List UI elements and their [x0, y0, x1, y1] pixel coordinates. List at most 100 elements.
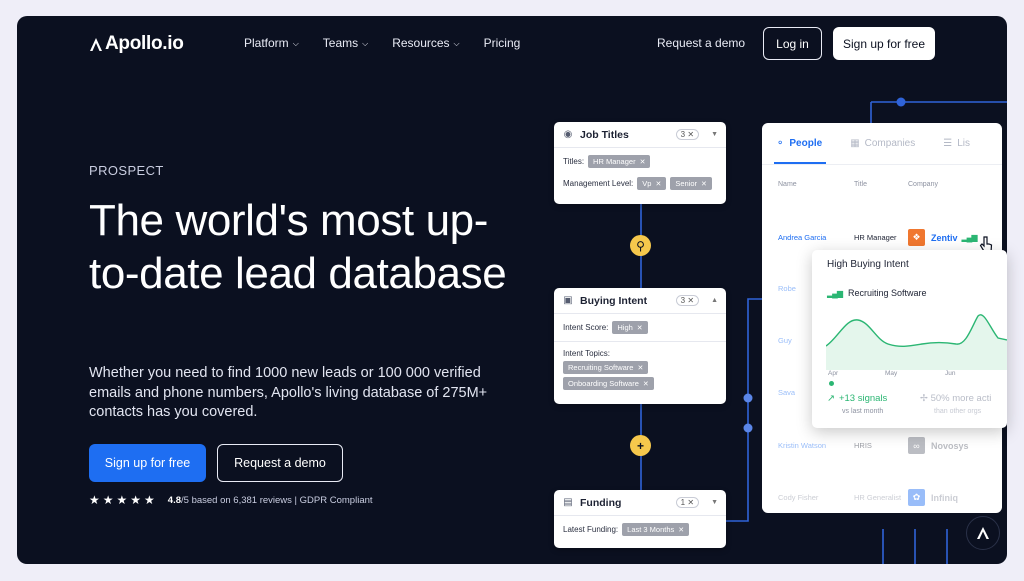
person-name[interactable]: Kristin Watson	[778, 441, 854, 450]
search-icon: ⚲	[630, 235, 651, 256]
funding-filter-card[interactable]: ▤ Funding 1 ✕ ▼ Latest Funding: Last 3 M…	[554, 490, 726, 548]
signals-value: +13 signals	[838, 393, 888, 404]
company-name[interactable]: Infiniq	[931, 493, 958, 503]
company-logo-icon: ❖	[908, 229, 925, 246]
list-icon: ☰	[943, 138, 953, 149]
nav-pricing-label: Pricing	[483, 36, 521, 50]
intent-topic: ▂▄▆ Recruiting Software	[827, 288, 927, 298]
filter-tag[interactable]: Last 3 Months ✕	[622, 523, 690, 536]
nav-teams-label: Teams	[322, 36, 359, 50]
close-icon: ✕	[636, 324, 643, 332]
apollo-logo[interactable]: Apollo.io	[89, 33, 184, 55]
month-label: May	[884, 370, 898, 377]
close-icon: ✕	[655, 180, 662, 188]
panel-tabs: ⚬ People ▦ Companies ☰ Lis	[762, 123, 1002, 165]
company-name[interactable]: Novosys	[931, 441, 969, 451]
chevron-down-icon: ⌵	[453, 38, 460, 48]
funding-title: Funding	[580, 496, 622, 509]
company-logo-icon: ✿	[908, 489, 925, 506]
job-titles-count[interactable]: 3 ✕	[675, 129, 700, 140]
tab-companies-label: Companies	[864, 138, 916, 149]
intent-score-label: Intent Score:	[563, 323, 609, 332]
high-buying-intent-popup: High Buying Intent ▂▄▆ Recruiting Softwa…	[812, 250, 1007, 428]
rating-summary: ★★★★★ 4.8 /5 based on 6,381 reviews | GD…	[89, 493, 373, 507]
briefcase-icon: ◉	[563, 129, 573, 140]
latest-funding-label: Latest Funding:	[563, 525, 619, 534]
intent-popup-title: High Buying Intent	[827, 259, 909, 270]
hero-signup-button[interactable]: Sign up for free	[89, 444, 206, 482]
person-title: HR Manager	[854, 233, 897, 242]
signal-bars-icon: ▂▄▆	[961, 233, 978, 242]
intent-topic-label: Recruiting Software	[847, 288, 927, 298]
chevron-up-icon[interactable]: ▲	[711, 297, 718, 304]
table-row[interactable]: Kristin Watson HRIS ∞ Novosys	[778, 437, 969, 454]
job-titles-title: Job Titles	[580, 128, 629, 141]
company-name[interactable]: Zentiv	[931, 233, 958, 243]
activity-value: 50% more acti	[930, 393, 992, 404]
job-titles-filter-card[interactable]: ◉ Job Titles 3 ✕ ▼ Titles: HR Manager ✕ M…	[554, 122, 726, 204]
tab-people-label: People	[789, 138, 823, 149]
management-level-label: Management Level:	[563, 179, 634, 188]
month-label: Apr	[828, 370, 839, 377]
month-label: Jun	[945, 370, 956, 377]
person-name[interactable]: Andrea Garcia	[778, 233, 854, 242]
apollo-mark-icon	[90, 37, 102, 51]
rating-stars-icon: ★★★★★	[89, 493, 158, 507]
activity-stat: ✢ 50% more acti	[920, 393, 991, 404]
close-icon: ✕	[701, 180, 707, 188]
company-logo-icon: ∞	[908, 437, 925, 454]
nav-resources[interactable]: Resources ⌵	[392, 36, 459, 50]
filter-tag[interactable]: Onboarding Software ✕	[563, 377, 654, 390]
chevron-down-icon: ⌵	[362, 38, 369, 48]
building-icon: ▦	[850, 138, 860, 149]
nav-platform-label: Platform	[244, 36, 289, 50]
hero-eyebrow: PROSPECT	[89, 163, 164, 178]
tab-companies[interactable]: ▦ Companies	[850, 138, 915, 149]
hero-headline: The world's most up-to-date lead databas…	[89, 196, 507, 298]
chevron-down-icon[interactable]: ▼	[711, 131, 718, 138]
activity-sub: than other orgs	[934, 408, 982, 415]
nav-signup-button[interactable]: Sign up for free	[833, 27, 935, 60]
chevron-down-icon[interactable]: ▼	[711, 499, 718, 506]
nav-pricing[interactable]: Pricing	[484, 36, 521, 50]
titles-label: Titles:	[563, 157, 585, 166]
person-name[interactable]: Cody Fisher	[778, 493, 854, 502]
brand-name: Apollo.io	[105, 33, 184, 54]
apollo-mark-icon	[977, 527, 989, 539]
filter-tag[interactable]: HR Manager ✕	[588, 155, 651, 168]
buying-intent-filter-card[interactable]: ▣ Buying Intent 3 ✕ ▲ Intent Score: High…	[554, 288, 726, 404]
col-title: Title	[854, 181, 867, 188]
table-row[interactable]: Andrea Garcia HR Manager ❖ Zentiv ▂▄▆	[778, 229, 977, 246]
nav-request-demo-link[interactable]: Request a demo	[657, 36, 745, 50]
buying-intent-title: Buying Intent	[580, 294, 648, 307]
filter-tag[interactable]: Recruiting Software ✕	[563, 361, 649, 374]
funding-count[interactable]: 1 ✕	[675, 497, 700, 508]
filter-tag[interactable]: High ✕	[612, 321, 648, 334]
funding-icon: ▤	[563, 497, 573, 508]
close-icon: ✕	[637, 364, 644, 372]
users-icon: ⚬	[776, 138, 785, 149]
tab-people[interactable]: ⚬ People	[773, 138, 827, 164]
rating-value: 4.8	[167, 494, 182, 506]
filter-tag[interactable]: Senior ✕	[670, 177, 712, 190]
intent-topics-label: Intent Topics:	[563, 349, 610, 358]
plus-icon[interactable]: +	[630, 435, 651, 456]
login-button[interactable]: Log in	[763, 27, 822, 60]
table-row[interactable]: Cody Fisher HR Generalist ✿ Infiniq	[778, 489, 958, 506]
signals-sub: vs last month	[842, 408, 884, 415]
person-title: HRIS	[854, 441, 872, 450]
inbox-icon: ▣	[563, 295, 573, 306]
tab-lists[interactable]: ☰ Lis	[943, 138, 970, 149]
apollo-assistant-button[interactable]	[966, 516, 1000, 550]
buying-intent-count[interactable]: 3 ✕	[675, 295, 700, 306]
tab-lists-label: Lis	[957, 138, 970, 149]
close-icon: ✕	[678, 526, 685, 534]
rating-text: /5 based on 6,381 reviews | GDPR Complia…	[181, 494, 373, 506]
hero-request-demo-button[interactable]: Request a demo	[217, 444, 343, 482]
nav-resources-label: Resources	[392, 36, 450, 50]
nav-platform[interactable]: Platform ⌵	[244, 36, 299, 50]
nav-teams[interactable]: Teams ⌵	[323, 36, 368, 50]
filter-tag[interactable]: Vp ✕	[637, 177, 667, 190]
sparkle-icon: ✢	[920, 393, 928, 404]
col-company: Company	[908, 181, 938, 188]
